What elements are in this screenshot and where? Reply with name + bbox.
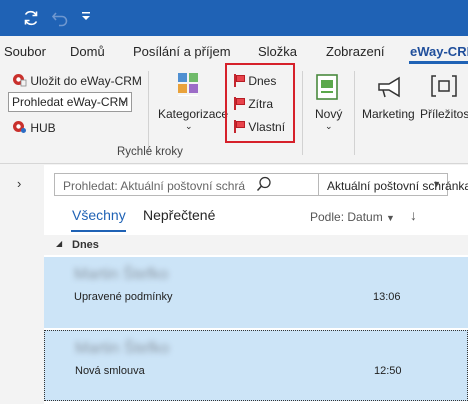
- mail-list: Prohledat: Aktuální poštovní schrá Aktuá…: [44, 165, 468, 404]
- search-icon[interactable]: [255, 175, 275, 194]
- message-sender: Martin Štefko: [74, 266, 169, 283]
- marketing-label: Marketing: [362, 107, 415, 121]
- group-header-label: Dnes: [72, 239, 99, 251]
- sort-dropdown[interactable]: Podle: Datum ▼: [310, 210, 395, 224]
- categorize-button[interactable]: Kategorizace ⌄: [158, 71, 228, 131]
- opportunity-icon: [430, 75, 458, 100]
- ribbon-tabs: Soubor Domů Posílání a příjem Složka Zob…: [0, 36, 468, 65]
- chevron-down-icon: ⌄: [119, 95, 128, 106]
- new-button[interactable]: Nový ⌄: [312, 71, 348, 135]
- collapse-triangle-icon: ◢: [56, 239, 63, 248]
- chevron-down-icon: ▼: [386, 213, 395, 223]
- message-row-selected[interactable]: Martin Štefko Nová smlouva 12:50: [44, 330, 468, 401]
- filter-all[interactable]: Všechny: [72, 207, 126, 223]
- new-item-icon: [315, 73, 339, 104]
- eway-search-value: Prohledat eWay-CRM: [12, 95, 129, 109]
- megaphone-icon: [376, 75, 402, 102]
- eway-search-dropdown[interactable]: Prohledat eWay-CRM ⌄: [8, 92, 132, 112]
- opportunities-button[interactable]: Příležitos: [420, 71, 468, 131]
- tab-domu[interactable]: Domů: [70, 44, 105, 59]
- chevron-down-icon: ⌄: [325, 121, 333, 131]
- search-placeholder: Prohledat: Aktuální poštovní schrá: [63, 179, 246, 193]
- ribbon-separator: [302, 71, 303, 155]
- chevron-down-icon: ▼: [432, 179, 441, 189]
- sort-label: Podle: Datum: [310, 210, 383, 224]
- active-filter-indicator: [71, 230, 126, 232]
- undo-icon[interactable]: [51, 9, 69, 32]
- tab-zobrazeni[interactable]: Zobrazení: [326, 44, 385, 59]
- tab-slozka[interactable]: Složka: [258, 44, 297, 59]
- flags-highlight-box: [225, 63, 295, 143]
- ribbon-separator: [148, 71, 149, 155]
- sync-icon[interactable]: [22, 9, 40, 32]
- search-input[interactable]: Prohledat: Aktuální poštovní schrá: [54, 173, 319, 196]
- message-subject: Upravené podmínky: [74, 291, 173, 303]
- categorize-icon: [178, 73, 198, 104]
- tab-soubor[interactable]: Soubor: [4, 44, 46, 59]
- ribbon-separator: [354, 71, 355, 155]
- categorize-label: Kategorizace: [158, 107, 229, 121]
- search-scope-dropdown[interactable]: Aktuální poštovní schránka ▼: [319, 173, 468, 196]
- title-bar: [0, 0, 468, 36]
- search-scope-value: Aktuální poštovní schránka: [327, 179, 468, 193]
- tab-eway-crm[interactable]: eWay-CRM: [410, 44, 468, 59]
- tab-posilani[interactable]: Posílání a příjem: [133, 44, 231, 59]
- quick-steps-group-label: Rychlé kroky: [117, 146, 183, 158]
- hub-button[interactable]: HUB: [12, 119, 56, 137]
- group-header-today[interactable]: ◢ Dnes: [44, 235, 468, 255]
- customize-qat-icon[interactable]: [81, 9, 91, 27]
- new-label: Nový: [315, 107, 343, 121]
- marketing-button[interactable]: Marketing: [362, 71, 416, 131]
- folder-pane-collapsed: ›: [0, 165, 44, 404]
- message-subject: Nová smlouva: [75, 365, 145, 377]
- filter-unread[interactable]: Nepřečtené: [143, 207, 215, 223]
- hub-label: HUB: [30, 121, 56, 135]
- sort-direction-icon[interactable]: ↓: [410, 207, 417, 223]
- hub-icon: [12, 119, 27, 137]
- eway-save-icon: [12, 72, 27, 90]
- message-time: 13:06: [373, 291, 401, 303]
- message-sender: Martin Štefko: [75, 340, 170, 357]
- save-to-eway-button[interactable]: Uložit do eWay-CRM: [12, 72, 142, 90]
- opportunities-label: Příležitos: [420, 107, 468, 121]
- expand-chevron-icon[interactable]: ›: [17, 176, 21, 191]
- save-to-eway-label: Uložit do eWay-CRM: [30, 74, 142, 88]
- message-row[interactable]: Martin Štefko Upravené podmínky 13:06: [44, 257, 468, 328]
- message-time: 12:50: [374, 365, 402, 377]
- active-tab-indicator: [409, 61, 468, 64]
- chevron-down-icon: ⌄: [185, 121, 193, 131]
